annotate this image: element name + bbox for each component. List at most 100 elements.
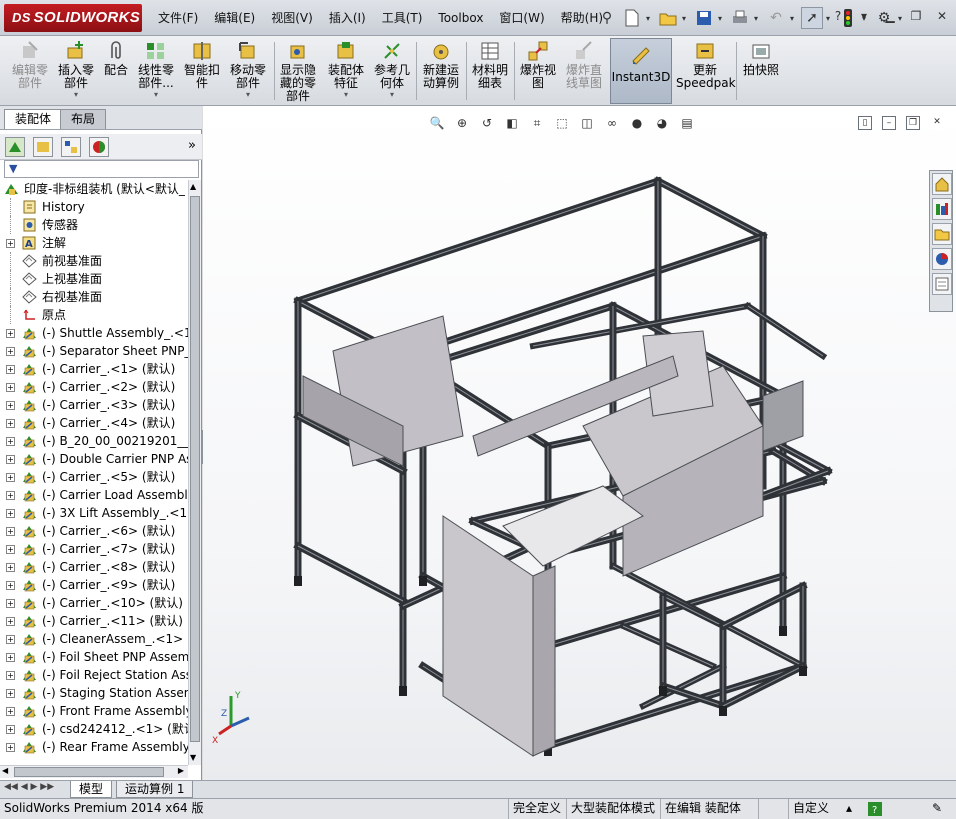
tree-node[interactable]: 上视基准面: [0, 270, 188, 288]
tree-node[interactable]: + (-) Carrier_.<4> (默认): [0, 414, 188, 432]
tree-node[interactable]: + (-) Carrier_.<9> (默认): [0, 576, 188, 594]
menu-view[interactable]: 视图(V): [263, 9, 321, 27]
new-doc-icon[interactable]: [621, 7, 643, 29]
tree-vertical-scrollbar[interactable]: ▲ ▼: [188, 180, 201, 765]
expand-toggle-icon[interactable]: +: [6, 347, 15, 356]
tree-node[interactable]: + (-) Carrier_.<7> (默认): [0, 540, 188, 558]
tree-node[interactable]: + (-) Separator Sheet PNP_.<1:: [0, 342, 188, 360]
select-arrow-icon[interactable]: ➚: [801, 7, 823, 29]
menu-insert[interactable]: 插入(I): [321, 9, 374, 27]
expand-toggle-icon[interactable]: +: [6, 671, 15, 680]
expand-toggle-icon[interactable]: +: [6, 563, 15, 572]
expand-toggle-icon[interactable]: +: [6, 437, 15, 446]
rebuild-status-icon[interactable]: ✎: [928, 799, 946, 819]
mate-button[interactable]: 配合: [100, 40, 132, 102]
restore-icon[interactable]: ❐: [908, 8, 924, 24]
expand-toggle-icon[interactable]: +: [6, 455, 15, 464]
menu-window[interactable]: 窗口(W): [491, 9, 552, 27]
design-library-icon[interactable]: [932, 198, 952, 220]
instant3d-button[interactable]: Instant3D: [610, 38, 672, 104]
linear-pattern-button[interactable]: 线性零 部件... ▾: [134, 40, 178, 102]
help-icon[interactable]: ?: [830, 8, 846, 24]
menu-toolbox[interactable]: Toolbox: [430, 9, 491, 27]
insert-component-dropdown-icon[interactable]: ▾: [56, 90, 96, 99]
status-units-custom[interactable]: 自定义: [788, 799, 833, 819]
scroll-left-icon[interactable]: ◀: [2, 766, 8, 775]
tree-node[interactable]: 前视基准面: [0, 252, 188, 270]
tree-node[interactable]: + (-) Rear Frame Assembly_.<1: [0, 738, 188, 756]
expand-toggle-icon[interactable]: +: [6, 329, 15, 338]
units-dropdown-icon[interactable]: ▴: [842, 799, 856, 819]
tree-node[interactable]: + (-) Front Frame Assembly_.<: [0, 702, 188, 720]
expand-toggle-icon[interactable]: +: [6, 527, 15, 536]
scroll-thumb[interactable]: [190, 196, 200, 742]
tree-node[interactable]: + (-) 3X Lift Assembly_.<1> (默: [0, 504, 188, 522]
view-palette-icon[interactable]: [932, 248, 952, 270]
tree-node[interactable]: History: [0, 198, 188, 216]
tree-node[interactable]: + (-) Carrier_.<11> (默认): [0, 612, 188, 630]
configuration-manager-tab-icon[interactable]: [61, 137, 81, 157]
tree-node[interactable]: + (-) Carrier_.<8> (默认): [0, 558, 188, 576]
expand-toggle-icon[interactable]: +: [6, 707, 15, 716]
open-folder-icon[interactable]: [657, 7, 679, 29]
undo-dropdown-icon[interactable]: ▾: [790, 14, 798, 23]
show-hidden-components-button[interactable]: 显示隐 藏的零 部件: [276, 40, 320, 103]
tree-node[interactable]: + (-) Carrier_.<2> (默认): [0, 378, 188, 396]
assembly-features-dropdown-icon[interactable]: ▾: [324, 90, 368, 99]
tree-node[interactable]: + (-) Carrier_.<6> (默认): [0, 522, 188, 540]
tree-node[interactable]: + (-) Carrier_.<1> (默认): [0, 360, 188, 378]
scroll-up-icon[interactable]: ▲: [190, 182, 200, 192]
appearances-icon[interactable]: [932, 273, 952, 295]
insert-component-button[interactable]: 插入零 部件 ▾: [56, 40, 96, 102]
graphics-area[interactable]: 🔍 ⊕ ↺ ◧ ⌗ ⬚ ◫ ∞ ● ◕ ▤ ▯ – ❐ ✕ Y Z X: [203, 106, 956, 780]
tree-node[interactable]: 原点: [0, 306, 188, 324]
quick-tips-icon[interactable]: ?: [864, 799, 886, 819]
tab-nav-arrows-icon[interactable]: ◀◀ ◀ ▶ ▶▶: [4, 782, 54, 792]
expand-toggle-icon[interactable]: +: [6, 599, 15, 608]
tree-node[interactable]: + (-) Foil Reject Station Assemb: [0, 666, 188, 684]
explode-line-sketch-button[interactable]: 爆炸直 线草图: [562, 40, 606, 102]
menu-tools[interactable]: 工具(T): [374, 9, 431, 27]
reference-geometry-button[interactable]: 参考几 何体 ▾: [370, 40, 414, 102]
expand-toggle-icon[interactable]: +: [6, 689, 15, 698]
scroll-down-icon[interactable]: ▼: [190, 753, 200, 763]
expand-toggle-icon[interactable]: +: [6, 725, 15, 734]
undo-icon[interactable]: ↶: [765, 7, 787, 29]
tree-node[interactable]: + (-) Carrier_.<5> (默认): [0, 468, 188, 486]
menu-edit[interactable]: 编辑(E): [206, 9, 263, 27]
print-icon[interactable]: [729, 7, 751, 29]
tree-node[interactable]: + (-) Shuttle Assembly_.<1> (黑: [0, 324, 188, 342]
move-component-dropdown-icon[interactable]: ▾: [226, 90, 270, 99]
reference-geometry-dropdown-icon[interactable]: ▾: [370, 90, 414, 99]
tree-node[interactable]: 传感器: [0, 216, 188, 234]
bill-of-materials-button[interactable]: 材料明 细表: [468, 40, 512, 102]
tree-node[interactable]: + (-) B_20_00_00219201___850: [0, 432, 188, 450]
tree-root-assembly[interactable]: 印度-非标组装机 (默认<默认_: [0, 180, 188, 198]
edit-component-button[interactable]: 编辑零 部件: [6, 40, 54, 102]
tree-node[interactable]: + A 注解: [0, 234, 188, 252]
solidworks-resources-icon[interactable]: [932, 173, 952, 195]
tree-node[interactable]: + (-) Double Carrier PNP Assemb: [0, 450, 188, 468]
tab-model[interactable]: 模型: [70, 781, 113, 798]
expand-toggle-icon[interactable]: +: [6, 635, 15, 644]
tree-node[interactable]: + (-) Foil Sheet PNP Assembly_.: [0, 648, 188, 666]
smart-fasteners-button[interactable]: 智能扣 件: [182, 40, 222, 102]
expand-toggle-icon[interactable]: +: [6, 473, 15, 482]
property-manager-tab-icon[interactable]: [33, 137, 53, 157]
solidworks-logo[interactable]: DS SOLIDWORKS: [4, 4, 142, 32]
take-snapshot-button[interactable]: 拍快照: [738, 40, 784, 102]
move-component-button[interactable]: 移动零 部件 ▾: [226, 40, 270, 102]
tree-node[interactable]: + (-) Carrier_.<3> (默认): [0, 396, 188, 414]
options-dropdown-icon[interactable]: ▾: [856, 8, 872, 24]
expand-toggle-icon[interactable]: +: [6, 383, 15, 392]
display-manager-tab-icon[interactable]: [89, 137, 109, 157]
print-dropdown-icon[interactable]: ▾: [754, 14, 762, 23]
tree-node[interactable]: + (-) Carrier_.<10> (默认): [0, 594, 188, 612]
menu-file[interactable]: 文件(F): [150, 9, 206, 27]
exploded-view-button[interactable]: 爆炸视 图: [516, 40, 560, 102]
tree-node[interactable]: + (-) csd242412_.<1> (默认): [0, 720, 188, 738]
tree-horizontal-scrollbar[interactable]: ◀ ▶: [0, 765, 188, 778]
expand-toggle-icon[interactable]: +: [6, 401, 15, 410]
expand-toggle-icon[interactable]: +: [6, 509, 15, 518]
new-dropdown-icon[interactable]: ▾: [646, 14, 654, 23]
